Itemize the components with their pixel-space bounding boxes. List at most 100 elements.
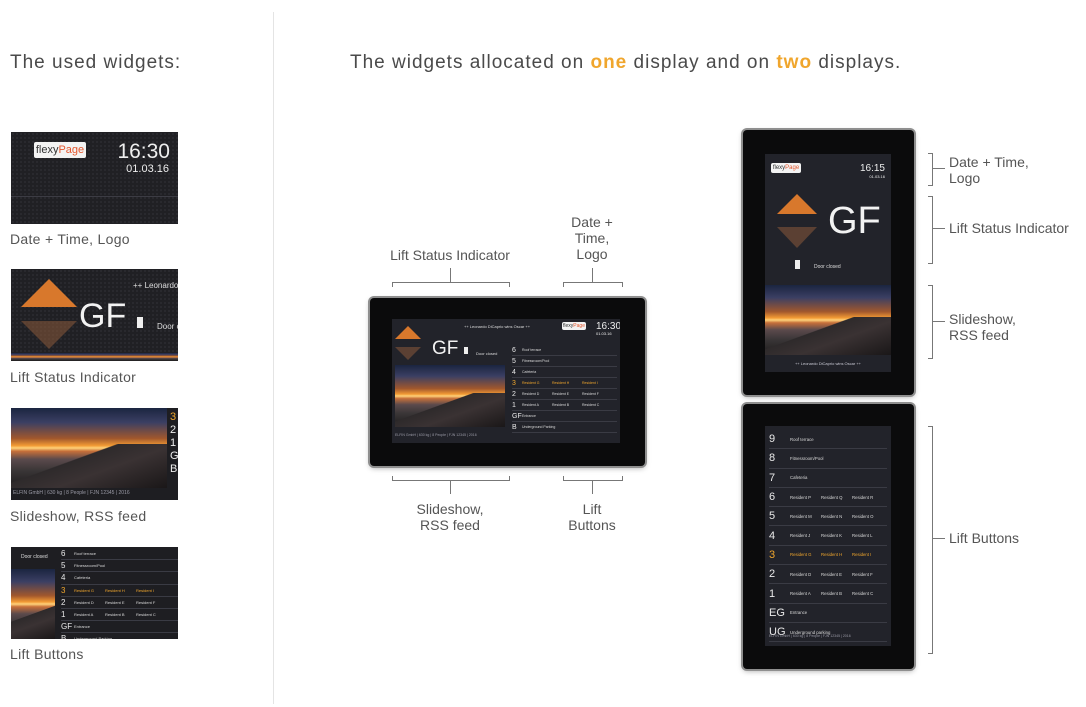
tick (592, 268, 593, 282)
floor-button-row[interactable]: 3 Resident G Resident H Resident I (512, 378, 617, 389)
floor-button-row[interactable]: UG Underground parking (769, 623, 887, 643)
date-display: 01.03.16 (126, 163, 169, 175)
floor-button-row[interactable]: B Underground Parking (61, 633, 178, 639)
slideshow-widget-thumb: ELFIN GmbH | 630 kg | 8 People | FJN 123… (11, 408, 178, 500)
portrait-display-top: flexyPage 16:15 01.03.16 GF Door closed … (743, 130, 914, 395)
floor-button-row[interactable]: EG Entrance (769, 604, 887, 623)
floor-button-row[interactable]: 6 Resident P Resident Q Resident R (769, 488, 887, 508)
floor-button-row[interactable]: 2 Resident D Resident E Resident F (61, 597, 178, 609)
floor-label: Cafeteria (74, 575, 91, 581)
floor-label: Resident C (136, 612, 156, 618)
direction-arrows-icon (395, 326, 421, 360)
floor-button-row[interactable]: 1 Resident A Resident B Resident C (512, 400, 617, 411)
floor-button-row[interactable]: GF Entrance (61, 621, 178, 634)
floor-label: Resident K (821, 533, 843, 539)
floor-label: Resident D (790, 571, 812, 577)
ticker-text: ++ Leonardo D (133, 281, 178, 290)
floor-label: Fitnessroom/Pool (522, 359, 550, 363)
buttons-widget-caption: Lift Buttons (10, 646, 84, 662)
label-datetime: Date + Time, Logo (571, 214, 613, 262)
label-r-buttons: Lift Buttons (949, 530, 1020, 546)
floor-number: 7 (769, 471, 776, 484)
slideshow-strip (11, 353, 178, 361)
ticker-text: ++ Leonardo DiCaprio wins Oscar ++ (794, 361, 862, 366)
time-display: 16:15 (859, 163, 885, 174)
floor-label: Resident D (522, 392, 540, 396)
floor-button-row[interactable]: 5 Resident M Resident N Resident O (769, 507, 887, 527)
slideshow-image (765, 285, 891, 355)
floor-label: Resident C (582, 403, 600, 407)
floor-button-row[interactable]: 5 Fitnessroom/Pool (512, 356, 617, 367)
floor-button-row[interactable]: 6 Roof terrace (512, 345, 617, 356)
door-status: Door closed (814, 264, 841, 270)
landscape-screen: ++ Leonardo DiCaprio wins Oscar ++ flexy… (392, 319, 620, 443)
label-r-slideshow: Slideshow, RSS feed (949, 311, 1016, 343)
flexypage-logo: flexyPage (771, 163, 801, 173)
date-display: 01.03.16 (596, 331, 612, 336)
floor-label: Resident P (790, 494, 812, 500)
floor-label: Roof terrace (522, 348, 542, 352)
floor-label: Underground Parking (74, 636, 113, 639)
time-display: 16:30 (117, 140, 170, 163)
door-icon (137, 317, 143, 328)
ticker-text: ++ Leonardo DiCaprio wins Oscar ++ (464, 324, 531, 329)
bracket-buttons (563, 476, 623, 481)
bracket-lift-status (392, 282, 510, 287)
floor-button-row[interactable]: 4 Cafeteria (61, 572, 178, 585)
floor-button-row[interactable]: 8 Fitnessroom/Pool (769, 449, 887, 469)
floor-number: GF (61, 622, 73, 632)
floor-label: Roof terrace (790, 436, 814, 442)
floor-3: 3 (170, 411, 177, 423)
floor-number: 3 (769, 548, 776, 561)
floor-button-row[interactable]: 4 Resident J Resident K Resident L (769, 526, 887, 546)
door-status: Door closed (476, 351, 498, 356)
slideshow-image (11, 408, 167, 488)
floor-number: 3 (512, 379, 516, 387)
floor-label: Resident R (852, 494, 874, 500)
floor-button-row[interactable]: 9 Roof terrace (769, 430, 887, 450)
floor-number: 1 (61, 610, 66, 620)
floor-label: Resident I (136, 587, 155, 593)
floor-label: Resident G (74, 587, 95, 593)
floor-label: Cafeteria (790, 475, 808, 481)
floor-button-row[interactable]: 3 Resident G Resident H Resident I (61, 585, 178, 597)
slideshow-footer: ELFIN GmbH | 630 kg | 8 People | FJN 123… (395, 433, 477, 437)
floor-button-row[interactable]: 6 Roof terrace (61, 548, 178, 561)
floor-label: Entrance (790, 610, 808, 616)
tick (592, 481, 593, 494)
bracket-slideshow (392, 476, 510, 481)
floor-label: Resident H (552, 381, 570, 385)
flexypage-logo: flexyPage (562, 322, 586, 330)
floor-label: Resident C (852, 591, 874, 597)
floor-button-row[interactable]: 7 Cafeteria (769, 469, 887, 488)
floor-button-row[interactable]: 4 Cafeteria (512, 367, 617, 378)
floor-button-row[interactable]: 5 Fitnessroom/Pool (61, 560, 178, 573)
floor-number: 6 (512, 346, 516, 354)
floor-label: Resident B (552, 403, 570, 407)
slideshow-footer: ELFIN GmbH | 630 kg | 8 People | FJN 123… (13, 490, 130, 496)
label-buttons: Lift Buttons (568, 501, 616, 533)
floor-number: B (512, 423, 517, 431)
floor-label: Resident N (821, 513, 843, 519)
floor-button-row[interactable]: 3 Resident G Resident H Resident I (769, 546, 887, 566)
floor-button-row[interactable]: GF Entrance (512, 411, 617, 422)
door-icon (795, 260, 800, 269)
floor-label: Resident A (790, 591, 811, 597)
direction-arrows-icon (777, 194, 817, 248)
label-r-datetime: Date + Time, Logo (949, 154, 1029, 186)
tick (933, 228, 945, 229)
floor-button-row[interactable]: B Underground Parking (512, 422, 617, 433)
buttons-widget-thumb: Door closed 6 Roof terrace 5 Fitnessroom/Po… (11, 547, 178, 639)
date-display: 01.03.16 (869, 174, 885, 179)
portrait-display-bottom: 9 Roof terrace 8 Fitnessroom/Pool 7 Cafeteria… (743, 404, 914, 669)
floor-button-row[interactable]: 2 Resident D Resident E Resident F (769, 565, 887, 585)
portrait-screen-top: flexyPage 16:15 01.03.16 GF Door closed … (765, 154, 891, 372)
floor-button-row[interactable]: 2 Resident D Resident E Resident F (512, 389, 617, 400)
floor-button-row[interactable]: 1 Resident A Resident B Resident C (769, 584, 887, 604)
datetime-widget-thumb: flexyPage 16:30 01.03.16 (11, 132, 178, 224)
floor-label: Resident I (852, 552, 872, 558)
floor-number: 2 (769, 568, 776, 581)
flexypage-logo: flexyPage (34, 142, 86, 158)
floor-button-row[interactable]: 1 Resident A Resident B Resident C (61, 609, 178, 622)
floor-1: 1 (170, 437, 177, 449)
